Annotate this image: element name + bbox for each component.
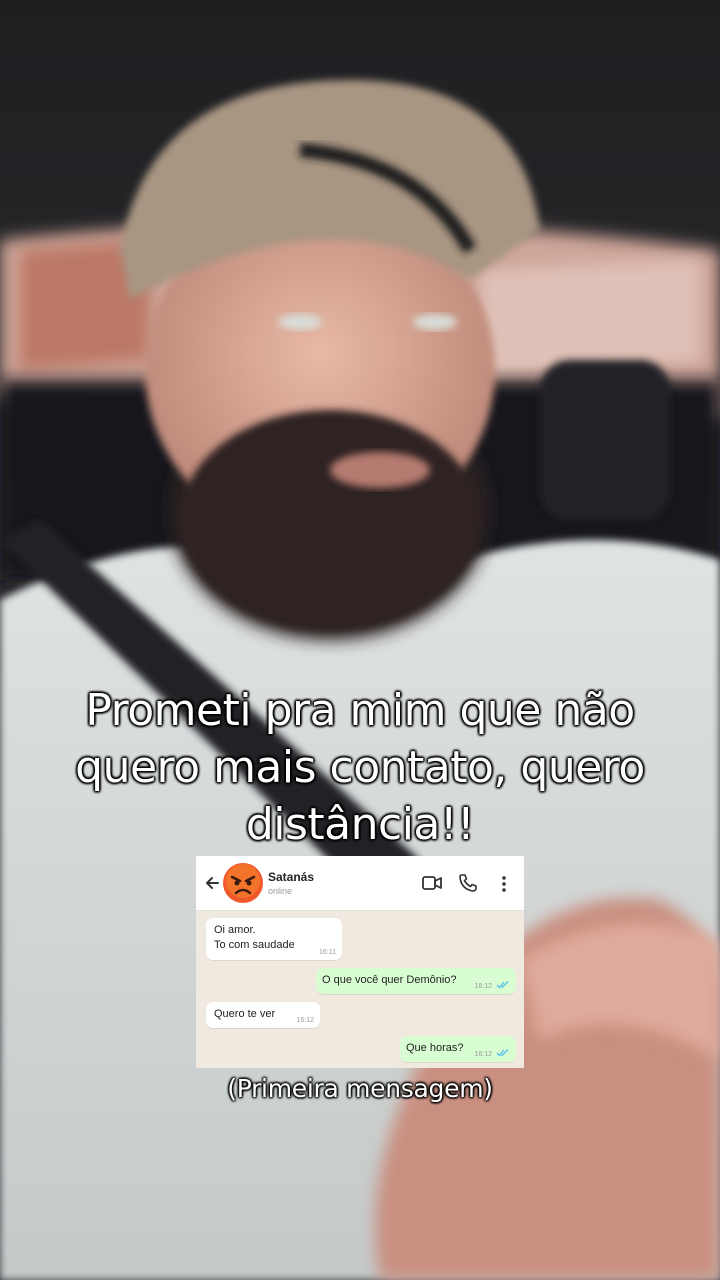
message-bubble-outgoing: O que você quer Demônio? 16:12	[316, 968, 516, 994]
message-time: 16:12	[474, 1051, 492, 1058]
message-text: Oi amor.	[214, 924, 256, 936]
back-arrow-icon	[206, 877, 219, 889]
phone-icon	[459, 874, 477, 892]
message-text: Quero te ver	[214, 1008, 276, 1020]
caption-line: distância!!	[245, 799, 475, 850]
sub-caption: (Primeira mensagem)	[227, 1074, 493, 1103]
message-time: 16:11	[319, 949, 336, 956]
video-call-icon	[422, 876, 442, 890]
chat-screenshot: Satanás online Oi amor. To com saudade 1…	[196, 856, 524, 1068]
more-vert-icon	[502, 876, 506, 892]
read-ticks-icon	[496, 1049, 509, 1057]
message-bubble-outgoing: Que horas? 16:12	[400, 1036, 516, 1062]
chat-header: Satanás online	[196, 856, 524, 911]
caption-line: Prometi pra mim que não	[85, 685, 635, 736]
message-bubble-incoming: Quero te ver 16:12	[206, 1002, 320, 1028]
caption-line: quero mais contato, quero	[75, 742, 645, 793]
message-text: To com saudade	[214, 939, 295, 951]
video-caption: Prometi pra mim que não quero mais conta…	[40, 682, 680, 853]
contact-status: online	[268, 886, 293, 896]
message-time: 16:12	[296, 1017, 314, 1024]
angry-face-icon	[223, 863, 263, 903]
read-ticks-icon	[496, 981, 509, 989]
message-time: 16:12	[474, 983, 492, 990]
message-text: Que horas?	[406, 1042, 464, 1054]
message-bubble-incoming: Oi amor. To com saudade 16:11	[206, 918, 342, 960]
contact-name: Satanás	[268, 870, 315, 884]
message-text: O que você quer Demônio?	[322, 974, 457, 986]
